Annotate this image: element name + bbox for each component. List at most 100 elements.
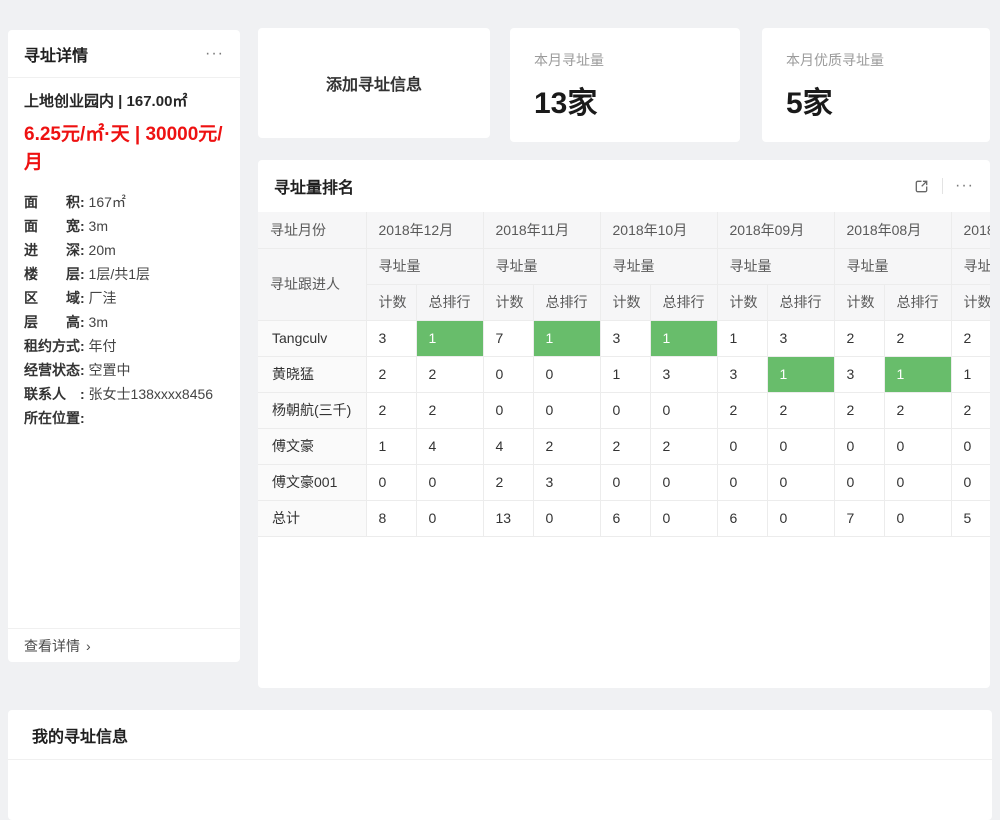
rank-cell: 0 [650,392,717,428]
count-cell: 13 [483,500,533,536]
stat-label: 本月优质寻址量 [786,50,966,70]
count-cell: 7 [834,500,884,536]
add-address-label: 添加寻址信息 [326,71,422,95]
rank-cell: 0 [533,356,600,392]
count-cell: 0 [951,428,990,464]
more-icon[interactable]: ··· [205,46,224,62]
detail-field-value: 3m [85,218,108,234]
my-address-info-header: 我的寻址信息 [8,710,992,760]
table-row: 总计801306060705 [258,500,990,536]
count-cell: 1 [951,356,990,392]
group-header: 寻址量 [483,248,600,284]
count-cell: 3 [366,320,416,356]
rank-cell: 2 [884,392,951,428]
rank-subheader: 总排行 [650,284,717,320]
chevron-right-icon: › [86,639,91,653]
rank-cell: 0 [650,464,717,500]
count-cell: 2 [366,356,416,392]
my-address-info-card: 我的寻址信息 [8,710,992,820]
detail-field-value: 年付 [85,338,117,354]
rank-cell: 0 [884,428,951,464]
table-row: 傅文豪00100230000000 [258,464,990,500]
rank-cell: 0 [533,500,600,536]
add-address-button[interactable]: 添加寻址信息 [258,28,490,138]
detail-card-header: 寻址详情 ··· [8,30,240,78]
follower-name: 杨朝航(三千) [258,392,366,428]
ranking-card: 寻址量排名 ··· 寻址月份2018年12月2018年11月2018年10月20… [258,160,990,688]
ranking-table-viewport: 寻址月份2018年12月2018年11月2018年10月2018年09月2018… [258,212,990,537]
follower-name: 黄晓猛 [258,356,366,392]
rank-cell: 0 [767,464,834,500]
count-cell: 2 [951,392,990,428]
count-cell: 1 [600,356,650,392]
detail-field-label: 所在位置: [24,410,85,426]
rank-cell: 0 [650,500,717,536]
count-cell: 0 [366,464,416,500]
detail-field-row: 租约方式: 年付 [24,334,224,358]
more-icon[interactable]: ··· [955,178,974,194]
follower-name: 傅文豪 [258,428,366,464]
property-price: 6.25元/㎡·天 | 30000元/月 [24,121,224,176]
rank-subheader: 总排行 [533,284,600,320]
detail-field-row: 面 积: 167㎡ [24,190,224,214]
detail-field-label: 面 积: [24,194,85,210]
my-address-info-title: 我的寻址信息 [32,723,128,747]
rank-cell: 2 [884,320,951,356]
rank-cell: 3 [533,464,600,500]
count-cell: 2 [483,464,533,500]
count-cell: 2 [600,428,650,464]
group-header: 寻址量 [951,248,990,284]
count-cell: 3 [834,356,884,392]
count-cell: 0 [483,356,533,392]
count-subheader: 计数 [717,284,767,320]
stat-value: 5家 [786,78,966,122]
count-cell: 2 [834,392,884,428]
rank-subheader: 总排行 [767,284,834,320]
detail-field-row: 楼 层: 1层/共1层 [24,262,224,286]
count-cell: 2 [951,320,990,356]
count-subheader: 计数 [366,284,416,320]
count-cell: 5 [951,500,990,536]
count-cell: 2 [366,392,416,428]
property-headline: 上地创业园内 | 167.00㎡ [24,90,224,111]
export-icon[interactable] [913,178,930,195]
table-row: 黄晓猛22001331311 [258,356,990,392]
rank-cell: 0 [884,464,951,500]
count-cell: 0 [834,464,884,500]
count-cell: 8 [366,500,416,536]
count-cell: 3 [717,356,767,392]
detail-field-label: 层 高: [24,314,85,330]
rank-cell: 2 [650,428,717,464]
count-cell: 2 [717,392,767,428]
stat-value: 13家 [534,78,716,122]
detail-field-value: 3m [85,314,108,330]
rank-cell: 1 [650,320,717,356]
month-header: 2018年08月 [834,212,951,248]
count-cell: 6 [600,500,650,536]
month-axis-header: 寻址月份 [258,212,366,248]
rank-cell: 0 [416,464,483,500]
group-header: 寻址量 [717,248,834,284]
detail-card-title: 寻址详情 [24,42,88,66]
view-details-link[interactable]: 查看详情 › [8,628,240,662]
detail-field-label: 联系人 : [24,386,85,402]
ranking-title: 寻址量排名 [274,174,913,198]
count-cell: 0 [717,464,767,500]
detail-card-body: 上地创业园内 | 167.00㎡ 6.25元/㎡·天 | 30000元/月 面 … [8,78,240,430]
view-details-label: 查看详情 [24,636,80,656]
rank-cell: 1 [884,356,951,392]
group-header: 寻址量 [834,248,951,284]
count-cell: 3 [600,320,650,356]
detail-field-label: 经营状态: [24,362,85,378]
table-row: 杨朝航(三千)22000022222 [258,392,990,428]
detail-field-value: 空置中 [85,362,131,378]
address-detail-card: 寻址详情 ··· 上地创业园内 | 167.00㎡ 6.25元/㎡·天 | 30… [8,30,240,662]
rank-cell: 4 [416,428,483,464]
count-cell: 1 [366,428,416,464]
follower-name: 傅文豪001 [258,464,366,500]
count-cell: 0 [717,428,767,464]
rank-cell: 0 [416,500,483,536]
ranking-table: 寻址月份2018年12月2018年11月2018年10月2018年09月2018… [258,212,990,537]
rank-cell: 2 [767,392,834,428]
rank-cell: 0 [533,392,600,428]
